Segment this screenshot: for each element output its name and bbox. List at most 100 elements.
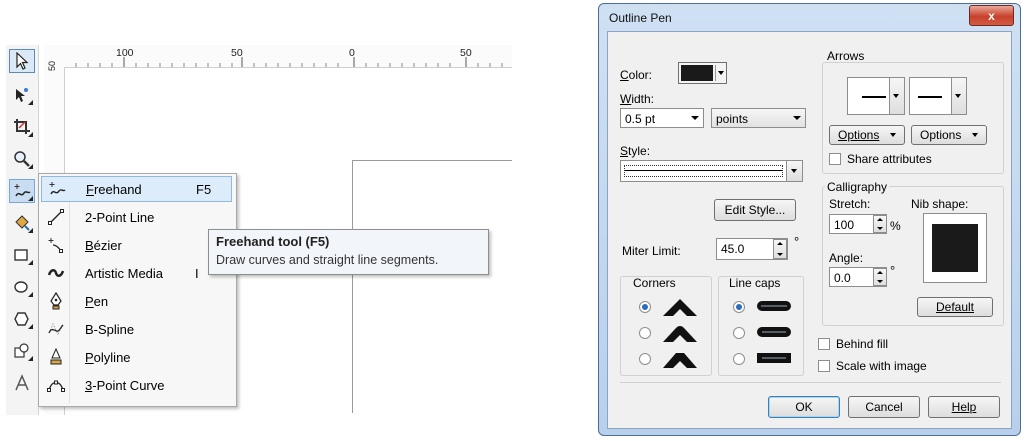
arrows-group: Arrows Options Options Share attributes (822, 49, 1004, 174)
default-label: Default (935, 300, 975, 314)
square-cap-icon (757, 353, 791, 363)
round-cap-icon (757, 327, 791, 337)
units-value: points (716, 112, 749, 126)
artistic-media-icon (43, 261, 69, 285)
tooltip-body: Draw curves and straight line segments. (216, 253, 439, 267)
start-arrow-options-button[interactable]: Options (829, 125, 905, 145)
color-swatch (681, 65, 713, 81)
flyout-item-b-spline[interactable]: B-Spline (41, 316, 232, 342)
nib-shape-label: Nib shape: (911, 197, 969, 211)
scale-with-image-checkbox[interactable] (818, 360, 830, 372)
line-style-combo[interactable] (620, 160, 803, 182)
tooltip-title: Freehand tool (F5) (216, 234, 330, 249)
pen-icon (43, 289, 69, 313)
miter-limit-value: 45.0 (721, 242, 745, 256)
ok-button[interactable]: OK (768, 396, 840, 418)
calligraphy-group: Calligraphy Stretch: 100 % Angle: 0.0 ° … (822, 180, 1004, 326)
chevron-down-icon (972, 133, 978, 137)
two-point-line-icon (43, 205, 69, 229)
miter-spinner[interactable] (773, 239, 787, 259)
flyout-item-label: Artistic Media (85, 265, 164, 281)
default-button[interactable]: Default (917, 297, 993, 317)
edit-style-button[interactable]: Edit Style... (714, 199, 796, 221)
rectangle-tool-button[interactable] (9, 243, 35, 267)
arrows-label: Arrows (827, 49, 865, 63)
percent-symbol: % (890, 219, 901, 233)
options-label: Options (920, 128, 962, 142)
flyout-item-artistic-media[interactable]: Artistic Media I (41, 260, 232, 286)
zoom-tool-button[interactable] (9, 147, 35, 171)
corners-group: Corners (620, 276, 712, 376)
help-button[interactable]: Help (928, 396, 1000, 418)
corner-round-radio[interactable] (639, 327, 651, 339)
shape-tool-button[interactable] (9, 83, 35, 107)
ellipse-tool-button[interactable] (9, 275, 35, 299)
outline-pen-dialog: Outline Pen x Color: Width: 0.5 pt point… (598, 3, 1021, 436)
flyout-item-freehand[interactable]: Freehand F5 (41, 176, 232, 202)
freehand-icon (44, 177, 70, 201)
corners-label: Corners (633, 276, 676, 290)
color-picker-button[interactable] (678, 62, 727, 84)
chevron-down-icon (691, 116, 699, 120)
stretch-value: 100 (834, 218, 855, 232)
smart-fill-tool-button[interactable] (9, 211, 35, 235)
page-border (352, 160, 353, 413)
share-attributes-label: Share attributes (847, 152, 932, 166)
flyout-item-label: 3-Point Curve (85, 377, 165, 393)
cap-butt-radio[interactable] (733, 301, 745, 313)
tooltip: Freehand tool (F5) Draw curves and strai… (208, 229, 489, 275)
nib-shape-preview[interactable] (923, 213, 987, 283)
end-arrow-selector[interactable] (909, 77, 967, 115)
corner-bevel-radio[interactable] (639, 353, 651, 365)
units-combo[interactable]: points (711, 108, 806, 128)
scale-with-image-label: Scale with image (836, 359, 927, 373)
flyout-item-bezier[interactable]: Bézier (41, 232, 232, 258)
help-label: Help (951, 400, 977, 414)
chevron-down-icon (793, 116, 801, 120)
start-arrow-selector[interactable] (847, 77, 905, 115)
flyout-item-label: Pen (85, 293, 109, 309)
flyout-item-label: Polyline (85, 349, 131, 365)
flyout-item-3-point-curve[interactable]: 3-Point Curve (41, 372, 232, 398)
end-arrow-options-button[interactable]: Options (911, 125, 987, 145)
cap-round-radio[interactable] (733, 327, 745, 339)
close-icon: x (988, 8, 995, 23)
corner-miter-radio[interactable] (639, 301, 651, 313)
polygon-tool-button[interactable] (9, 307, 35, 331)
flyout-item-label: 2-Point Line (85, 209, 155, 225)
angle-spinner[interactable] (873, 268, 887, 286)
freehand-tool-button[interactable] (9, 179, 35, 203)
calligraphy-label: Calligraphy (825, 180, 890, 194)
chevron-down-icon (951, 78, 966, 114)
flyout-item-pen[interactable]: Pen (41, 288, 232, 314)
text-tool-button[interactable] (9, 371, 35, 395)
width-value: 0.5 pt (625, 112, 656, 126)
dialog-client-area: Color: Width: 0.5 pt points Style: Edit … (607, 31, 1012, 429)
chevron-down-icon (715, 65, 726, 81)
ruler-ticks (75, 57, 503, 67)
chevron-down-icon (786, 161, 802, 181)
shortcut-label: I (195, 265, 199, 281)
close-button[interactable]: x (969, 5, 1014, 26)
degree-symbol: ° (794, 234, 800, 249)
miter-corner-icon (663, 299, 697, 316)
cancel-button[interactable]: Cancel (848, 396, 920, 418)
basic-shapes-tool-button[interactable] (9, 339, 35, 363)
polyline-icon (43, 345, 69, 369)
shortcut-label: F5 (196, 181, 212, 197)
cap-square-radio[interactable] (733, 353, 745, 365)
share-attributes-checkbox[interactable] (829, 153, 841, 165)
b-spline-icon (43, 317, 69, 341)
flyout-item-polyline[interactable]: Polyline (41, 344, 232, 370)
pick-tool-button[interactable] (9, 49, 35, 73)
stretch-spinner[interactable] (873, 215, 887, 233)
crop-tool-button[interactable] (9, 115, 35, 139)
stretch-label: Stretch: (829, 197, 871, 211)
bevel-corner-icon (663, 353, 697, 368)
flyout-item-2-point-line[interactable]: 2-Point Line (41, 204, 232, 230)
width-combo[interactable]: 0.5 pt (620, 108, 704, 128)
behind-fill-checkbox[interactable] (818, 338, 830, 350)
curve-tools-flyout: Freehand F5 2-Point Line Bézier Artistic… (38, 173, 237, 407)
divider (620, 382, 1001, 383)
chevron-down-icon (890, 133, 896, 137)
